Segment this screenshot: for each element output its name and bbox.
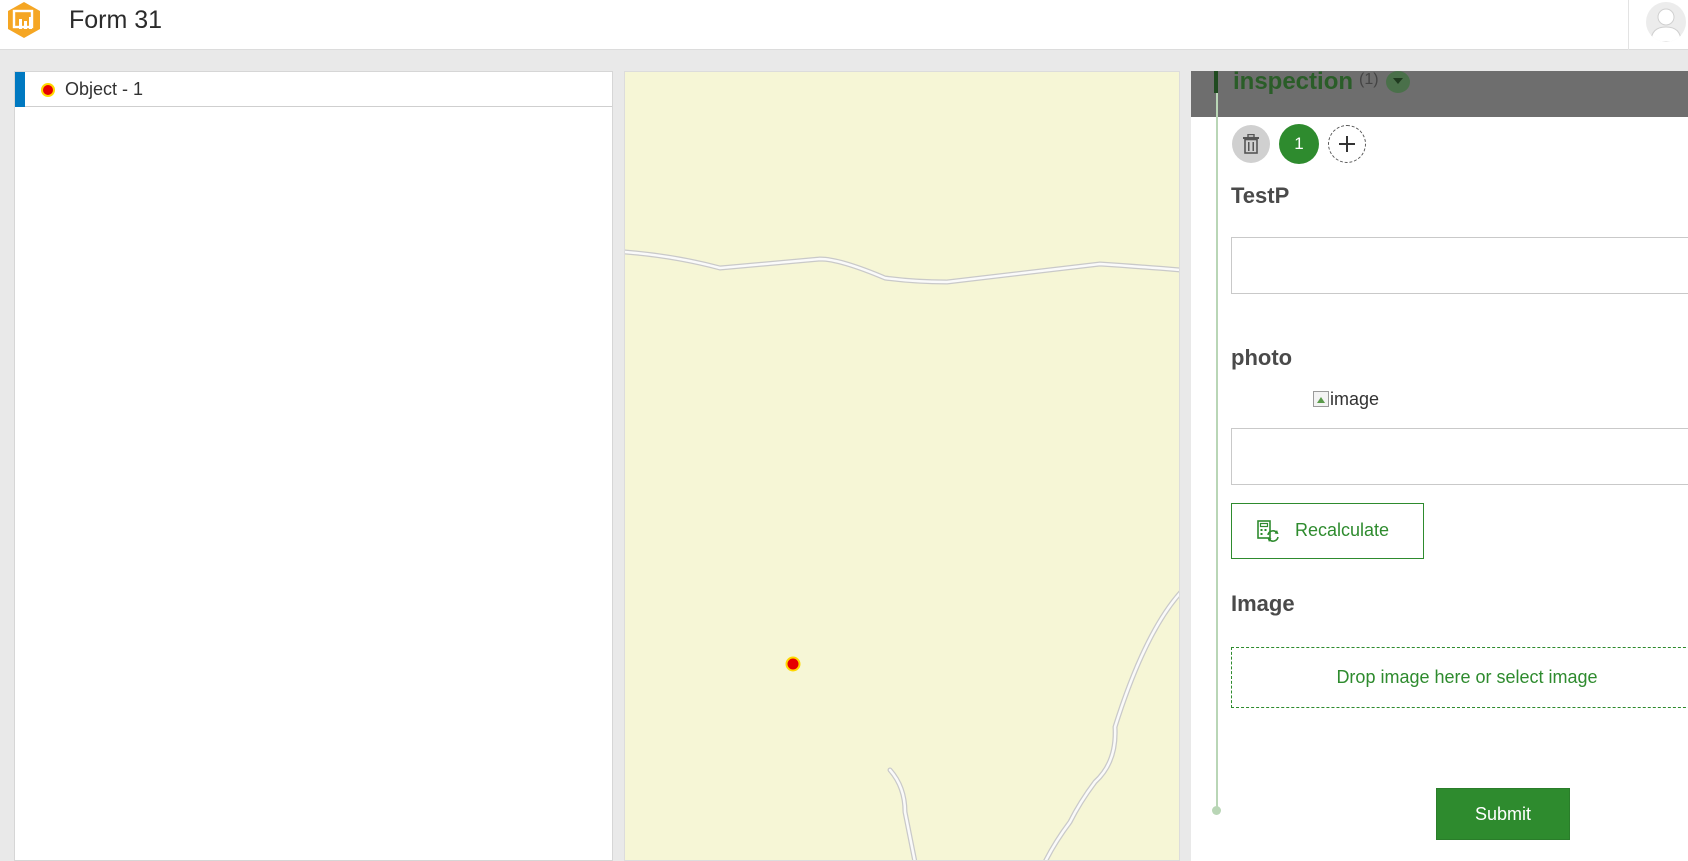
user-avatar-icon[interactable] — [1646, 2, 1686, 42]
map-point-marker[interactable] — [785, 656, 801, 672]
trash-icon — [1243, 134, 1259, 154]
survey-form: inspection (1) 1 TestP photo image Recal… — [1191, 71, 1688, 861]
map-view[interactable] — [624, 71, 1180, 861]
group-connector-line — [1216, 93, 1218, 810]
photo-alt-text: image — [1330, 389, 1380, 409]
record-number-button[interactable]: 1 — [1279, 124, 1319, 164]
photo-input[interactable] — [1231, 428, 1688, 485]
submit-button[interactable]: Submit — [1436, 788, 1570, 840]
group-accent-bar — [1214, 71, 1218, 93]
app-header: Form 31 — [0, 0, 1688, 50]
add-record-button[interactable] — [1328, 125, 1366, 163]
testp-input[interactable] — [1231, 237, 1688, 294]
image-drop-zone[interactable]: Drop image here or select image — [1231, 647, 1688, 708]
recalculate-icon — [1257, 520, 1279, 542]
group-title: inspection — [1233, 71, 1354, 95]
app-title: Form 31 — [69, 6, 163, 34]
delete-record-button[interactable] — [1232, 125, 1270, 163]
recalculate-label: Recalculate — [1295, 520, 1390, 540]
photo-label: photo — [1231, 345, 1293, 370]
image-label: Image — [1231, 591, 1295, 616]
testp-label: TestP — [1231, 183, 1290, 208]
repeat-group-header[interactable]: inspection (1) — [1191, 71, 1688, 117]
map-canvas[interactable] — [625, 72, 1180, 861]
photo-image: image — [1313, 389, 1379, 410]
chevron-down-icon[interactable] — [1386, 71, 1410, 93]
recalculate-button[interactable]: Recalculate — [1231, 503, 1424, 559]
list-item-label: Object - 1 — [65, 79, 144, 99]
group-count: (1) — [1359, 71, 1379, 88]
app-logo-icon[interactable] — [5, 1, 43, 39]
drop-zone-text: Drop image here or select image — [1336, 667, 1598, 687]
selected-indicator — [15, 72, 25, 107]
point-marker-icon — [41, 83, 55, 97]
list-item[interactable]: Object - 1 — [15, 72, 612, 107]
broken-image-icon — [1313, 391, 1329, 407]
header-divider — [1628, 0, 1629, 50]
object-list-pane: Object - 1 — [14, 71, 613, 861]
group-connector-end — [1212, 806, 1221, 815]
